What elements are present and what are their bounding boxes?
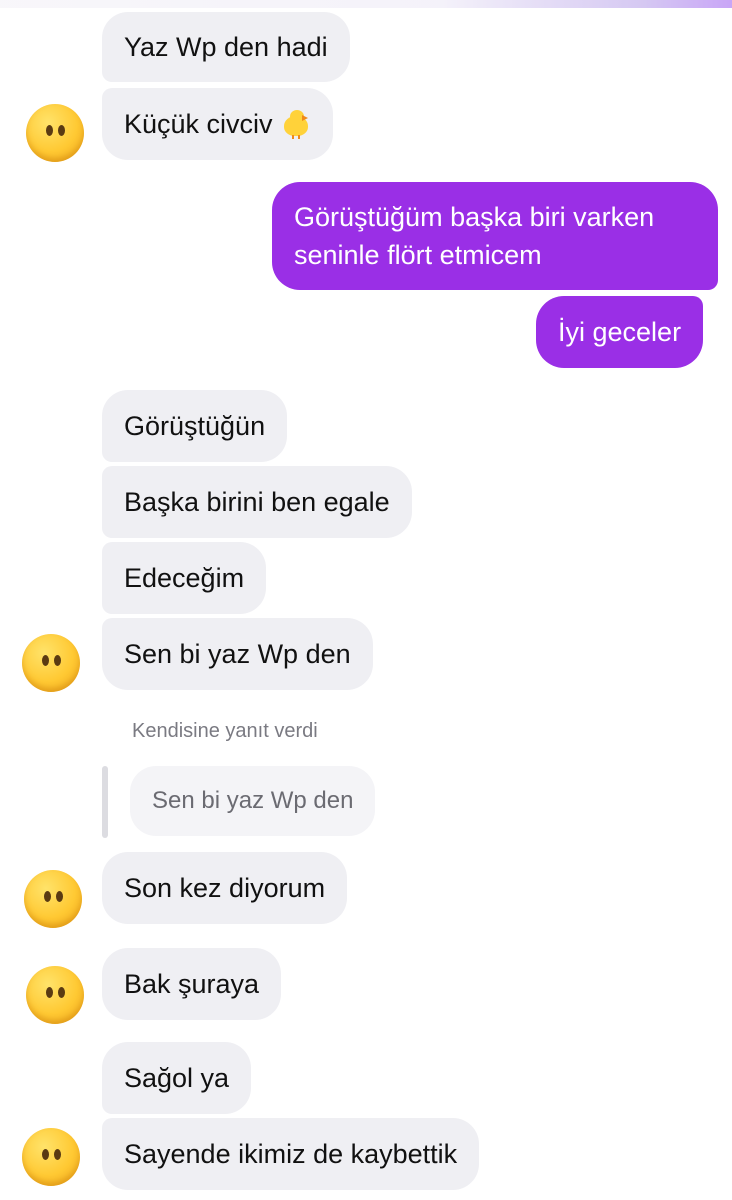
message-incoming[interactable]: Görüştüğün [102,390,288,462]
message-text: Başka birini ben egale [124,487,390,517]
message-text: İyi geceler [558,317,682,347]
message-text: Bak şuraya [124,969,260,999]
neutral-face-icon[interactable] [26,104,84,162]
message-text: Yaz Wp den hadi [124,32,328,62]
reply-caption: Kendisine yanıt verdi [132,720,318,742]
neutral-face-icon[interactable] [24,870,82,928]
message-incoming[interactable]: Sayende ikimiz de kaybettik [102,1118,480,1190]
message-outgoing[interactable]: Görüştüğüm başka biri varken seninle flö… [272,182,718,290]
top-gradient-fade [0,0,732,8]
message-outgoing[interactable]: İyi geceler [536,296,704,368]
message-text: Edeceğim [124,563,245,593]
quoted-message[interactable]: Sen bi yaz Wp den [130,766,376,836]
reply-quote-bar [102,766,108,838]
message-incoming[interactable]: Sağol ya [102,1042,252,1114]
message-text: Sayende ikimiz de kaybettik [124,1139,458,1169]
message-incoming[interactable]: Başka birini ben egale [102,466,412,538]
quoted-text: Sen bi yaz Wp den [152,787,354,814]
message-incoming[interactable]: Edeceğim [102,542,267,614]
message-incoming[interactable]: Son kez diyorum [102,852,348,924]
neutral-face-icon[interactable] [26,966,84,1024]
neutral-face-icon[interactable] [22,1128,80,1186]
message-text: Görüştüğüm başka biri varken seninle flö… [294,202,655,270]
message-text: Sağol ya [124,1063,230,1093]
message-incoming[interactable]: Yaz Wp den hadi [102,12,350,82]
message-text: Sen bi yaz Wp den [124,639,351,669]
message-incoming[interactable]: Sen bi yaz Wp den [102,618,373,690]
message-text: Küçük civciv [124,109,273,139]
message-incoming[interactable]: Bak şuraya [102,948,282,1020]
message-text: Son kez diyorum [124,873,326,903]
message-incoming[interactable]: Küçük civciv [102,88,333,160]
neutral-face-icon[interactable] [22,634,80,692]
chick-icon [281,110,311,139]
message-text: Görüştüğün [124,411,266,441]
